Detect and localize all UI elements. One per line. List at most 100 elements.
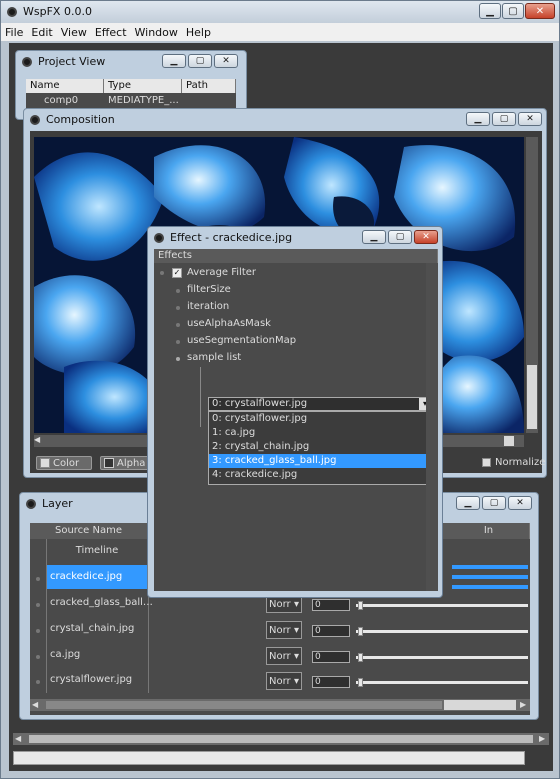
- maximize-button[interactable]: ▢: [502, 3, 524, 19]
- tree-usesegmentationmap[interactable]: useSegmentationMap: [187, 335, 296, 346]
- opacity-field[interactable]: 0: [312, 651, 350, 663]
- opacity-slider[interactable]: [356, 630, 528, 633]
- menu-window[interactable]: Window: [131, 26, 182, 39]
- opacity-field[interactable]: 0: [312, 625, 350, 637]
- scroll-left-icon[interactable]: ◀: [15, 734, 21, 743]
- comp-maximize-button[interactable]: ▢: [492, 112, 516, 126]
- effect-vscroll[interactable]: [426, 263, 438, 591]
- menu-bar: File Edit View Effect Window Help: [1, 23, 559, 41]
- opacity-slider[interactable]: [356, 604, 528, 607]
- scroll-right-icon[interactable]: ▶: [539, 734, 545, 743]
- scroll-left-icon[interactable]: ◀: [32, 700, 38, 709]
- blend-mode-dropdown[interactable]: Norr ▾: [266, 647, 302, 665]
- project-maximize-button[interactable]: ▢: [188, 54, 212, 68]
- title-bar: WspFX 0.0.0 ▁ ▢ ✕: [1, 1, 559, 23]
- opacity-slider[interactable]: [356, 681, 528, 684]
- layer-row-name[interactable]: cracked_glass_ball…: [50, 597, 153, 608]
- layer-row-name[interactable]: crystal_chain.jpg: [50, 623, 134, 634]
- comp-close-button[interactable]: ✕: [518, 112, 542, 126]
- col-in[interactable]: In: [448, 523, 530, 539]
- sample-list-combo[interactable]: 0: crystalflower.jpg ▾: [208, 397, 432, 411]
- layer-maximize-button[interactable]: ▢: [482, 496, 506, 510]
- col-path[interactable]: Path: [182, 79, 236, 93]
- scroll-left-icon[interactable]: ◀: [34, 435, 44, 447]
- list-item[interactable]: 2: crystal_chain.jpg: [209, 440, 431, 454]
- tree-usealphaasmask[interactable]: useAlphaAsMask: [187, 318, 271, 329]
- composition-vscroll[interactable]: [526, 137, 538, 433]
- window-icon: [22, 56, 32, 67]
- tree-average-filter[interactable]: Average Filter: [187, 267, 256, 278]
- effect-close-button[interactable]: ✕: [414, 230, 438, 244]
- maximize-icon: ▢: [508, 5, 518, 17]
- slider-thumb[interactable]: [358, 601, 363, 610]
- list-item[interactable]: 4: crackedice.jpg: [209, 468, 431, 482]
- close-button[interactable]: ✕: [525, 3, 555, 19]
- comp-minimize-button[interactable]: ▁: [466, 112, 490, 126]
- row-bullet-icon: [36, 603, 40, 607]
- list-item[interactable]: 1: ca.jpg: [209, 426, 431, 440]
- layer-title: Layer: [42, 497, 73, 510]
- col-source-name[interactable]: Source Name: [30, 523, 148, 539]
- slider-thumb[interactable]: [358, 627, 363, 636]
- effect-minimize-button[interactable]: ▁: [362, 230, 386, 244]
- tree-sample-list[interactable]: sample list: [187, 352, 241, 363]
- slider-thumb[interactable]: [358, 678, 363, 687]
- app-title: WspFX 0.0.0: [23, 5, 92, 18]
- effect-dialog: Effect - crackedice.jpg ▁ ▢ ✕ Effects ✓ …: [147, 226, 443, 598]
- blend-mode-dropdown[interactable]: Norr ▾: [266, 672, 302, 690]
- expand-icon[interactable]: [176, 357, 180, 361]
- minimize-icon: ▁: [486, 5, 494, 17]
- main-hscroll[interactable]: ◀ ▶: [13, 733, 549, 745]
- layer-close-button[interactable]: ✕: [508, 496, 532, 510]
- layer-row-name[interactable]: ca.jpg: [50, 649, 80, 660]
- close-icon: ✕: [535, 5, 545, 17]
- layer-hscroll-thumb[interactable]: [444, 700, 516, 710]
- row-bullet-icon: [36, 577, 40, 581]
- color-icon: [40, 458, 50, 468]
- progress-bar: [13, 751, 525, 765]
- col-timeline[interactable]: Timeline: [46, 541, 148, 561]
- layer-row-name[interactable]: crackedice.jpg: [50, 571, 122, 582]
- menu-edit[interactable]: Edit: [27, 26, 56, 39]
- minimize-button[interactable]: ▁: [479, 3, 501, 19]
- tree-iteration[interactable]: iteration: [187, 301, 229, 312]
- menu-help[interactable]: Help: [182, 26, 215, 39]
- list-item[interactable]: 0: crystalflower.jpg: [209, 412, 431, 426]
- color-button-label: Color: [53, 457, 80, 469]
- effect-maximize-button[interactable]: ▢: [388, 230, 412, 244]
- tree-filtersize[interactable]: filterSize: [187, 284, 231, 295]
- layer-row-name[interactable]: crystalflower.jpg: [50, 674, 132, 685]
- vscroll-thumb[interactable]: [527, 365, 537, 429]
- normalize-checkbox[interactable]: [482, 458, 491, 467]
- col-name[interactable]: Name: [26, 79, 104, 93]
- tree-bullet-icon: [176, 340, 180, 344]
- project-row-name[interactable]: comp0: [44, 95, 78, 106]
- hscroll-thumb[interactable]: [504, 436, 514, 446]
- row-bullet-icon: [36, 629, 40, 633]
- menu-view[interactable]: View: [57, 26, 91, 39]
- average-filter-checkbox[interactable]: ✓: [172, 268, 182, 278]
- list-item-selected[interactable]: 3: cracked_glass_ball.jpg: [209, 454, 431, 468]
- project-minimize-button[interactable]: ▁: [162, 54, 186, 68]
- opacity-field[interactable]: 0: [312, 599, 350, 611]
- col-type[interactable]: Type: [104, 79, 182, 93]
- slider-thumb[interactable]: [358, 653, 363, 662]
- tree-bullet-icon: [176, 323, 180, 327]
- maximize-icon: ▢: [499, 114, 509, 124]
- opacity-field[interactable]: 0: [312, 676, 350, 688]
- opacity-slider[interactable]: [356, 656, 528, 659]
- expand-icon[interactable]: [160, 271, 164, 275]
- layer-hscroll[interactable]: ◀ ▶: [30, 699, 530, 711]
- blend-mode-dropdown[interactable]: Norr ▾: [266, 621, 302, 639]
- menu-file[interactable]: File: [1, 26, 27, 39]
- project-close-button[interactable]: ✕: [214, 54, 238, 68]
- main-hscroll-thumb[interactable]: [29, 735, 533, 743]
- scroll-right-icon[interactable]: ▶: [520, 700, 526, 709]
- window-icon: [26, 498, 36, 509]
- color-button[interactable]: Color: [36, 456, 92, 470]
- row-in-bar: [452, 565, 528, 569]
- layer-minimize-button[interactable]: ▁: [456, 496, 480, 510]
- menu-effect[interactable]: Effect: [91, 26, 131, 39]
- layer-hscroll-track[interactable]: [46, 701, 442, 709]
- effect-tree-panel: Effects ✓ Average Filter filterSize iter…: [154, 249, 438, 591]
